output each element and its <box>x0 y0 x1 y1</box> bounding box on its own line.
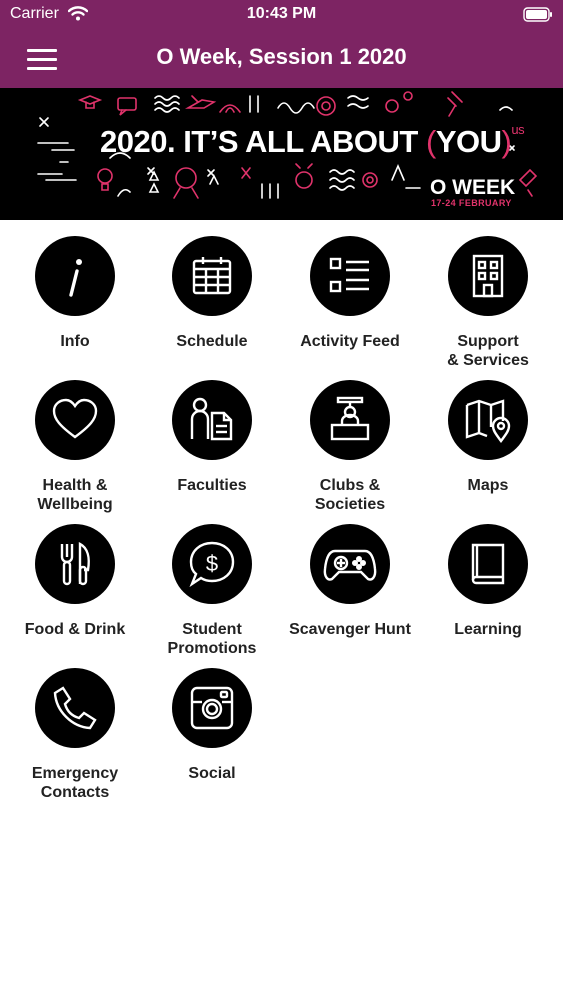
banner-headline: 2020. IT’S ALL ABOUT (YOU)us <box>100 122 525 160</box>
tile-emergency-contacts[interactable]: Emergency Contacts <box>7 668 143 802</box>
tile-health-wellbeing-label: Health & Wellbeing <box>37 477 113 513</box>
tile-scavenger-hunt-label: Scavenger Hunt <box>289 621 411 638</box>
booth-icon <box>310 380 390 460</box>
dollar-speech-icon: $ <box>172 524 252 604</box>
tile-maps-label: Maps <box>467 477 509 494</box>
tile-schedule[interactable]: Schedule <box>144 236 280 351</box>
tile-clubs-societies-label: Clubs & Societies <box>314 477 386 513</box>
info-icon <box>35 236 115 316</box>
tile-faculties-label: Faculties <box>177 477 247 494</box>
tile-faculties[interactable]: Faculties <box>144 380 280 495</box>
tile-student-promotions[interactable]: $ Student Promotions <box>144 524 280 658</box>
tile-activity-feed-label: Activity Feed <box>300 333 400 350</box>
map-icon <box>448 380 528 460</box>
clock: 10:43 PM <box>246 5 317 22</box>
tile-food-drink-label: Food & Drink <box>24 621 126 638</box>
tile-support-services-label: Support & Services <box>447 333 529 369</box>
person-document-icon <box>172 380 252 460</box>
banner-headline-open: ( <box>426 124 436 159</box>
battery-icon <box>523 7 552 22</box>
tile-info-label: Info <box>60 333 90 350</box>
svg-text:$: $ <box>206 551 218 576</box>
o-week-banner: 2020. IT’S ALL ABOUT (YOU)us O WEEK 17-2… <box>0 88 563 220</box>
tile-clubs-societies[interactable]: Clubs & Societies <box>282 380 418 514</box>
list-icon <box>310 236 390 316</box>
tile-learning-label: Learning <box>454 621 522 638</box>
navigation-bar: O Week, Session 1 2020 <box>0 30 563 88</box>
banner-headline-sup: us <box>511 122 525 137</box>
banner-event-dates: 17-24 FEBRUARY <box>431 198 512 208</box>
banner-headline-close: ) <box>501 124 512 159</box>
banner-headline-main: 2020. IT’S ALL ABOUT <box>100 124 418 159</box>
gamepad-icon <box>310 524 390 604</box>
tile-scavenger-hunt[interactable]: Scavenger Hunt <box>282 524 418 639</box>
tile-learning[interactable]: Learning <box>420 524 556 639</box>
tile-social[interactable]: Social <box>144 668 280 783</box>
tile-emergency-contacts-label: Emergency Contacts <box>31 765 119 801</box>
banner-headline-you: YOU <box>435 124 502 159</box>
tile-info[interactable]: Info <box>7 236 143 351</box>
tile-student-promotions-label: Student Promotions <box>167 621 257 657</box>
instagram-icon <box>172 668 252 748</box>
book-icon <box>448 524 528 604</box>
cutlery-icon <box>35 524 115 604</box>
tile-health-wellbeing[interactable]: Health & Wellbeing <box>7 380 143 514</box>
tile-activity-feed[interactable]: Activity Feed <box>282 236 418 351</box>
tile-social-label: Social <box>188 765 236 782</box>
building-icon <box>448 236 528 316</box>
page-title: O Week, Session 1 2020 <box>156 44 407 69</box>
calendar-icon <box>172 236 252 316</box>
heart-icon <box>35 380 115 460</box>
tile-maps[interactable]: Maps <box>420 380 556 495</box>
banner-event-name: O WEEK <box>430 176 516 199</box>
status-bar: Carrier 10:43 PM <box>0 0 563 30</box>
tile-food-drink[interactable]: Food & Drink <box>7 524 143 639</box>
phone-icon <box>35 668 115 748</box>
tile-schedule-label: Schedule <box>176 333 248 350</box>
tile-support-services[interactable]: Support & Services <box>420 236 556 370</box>
